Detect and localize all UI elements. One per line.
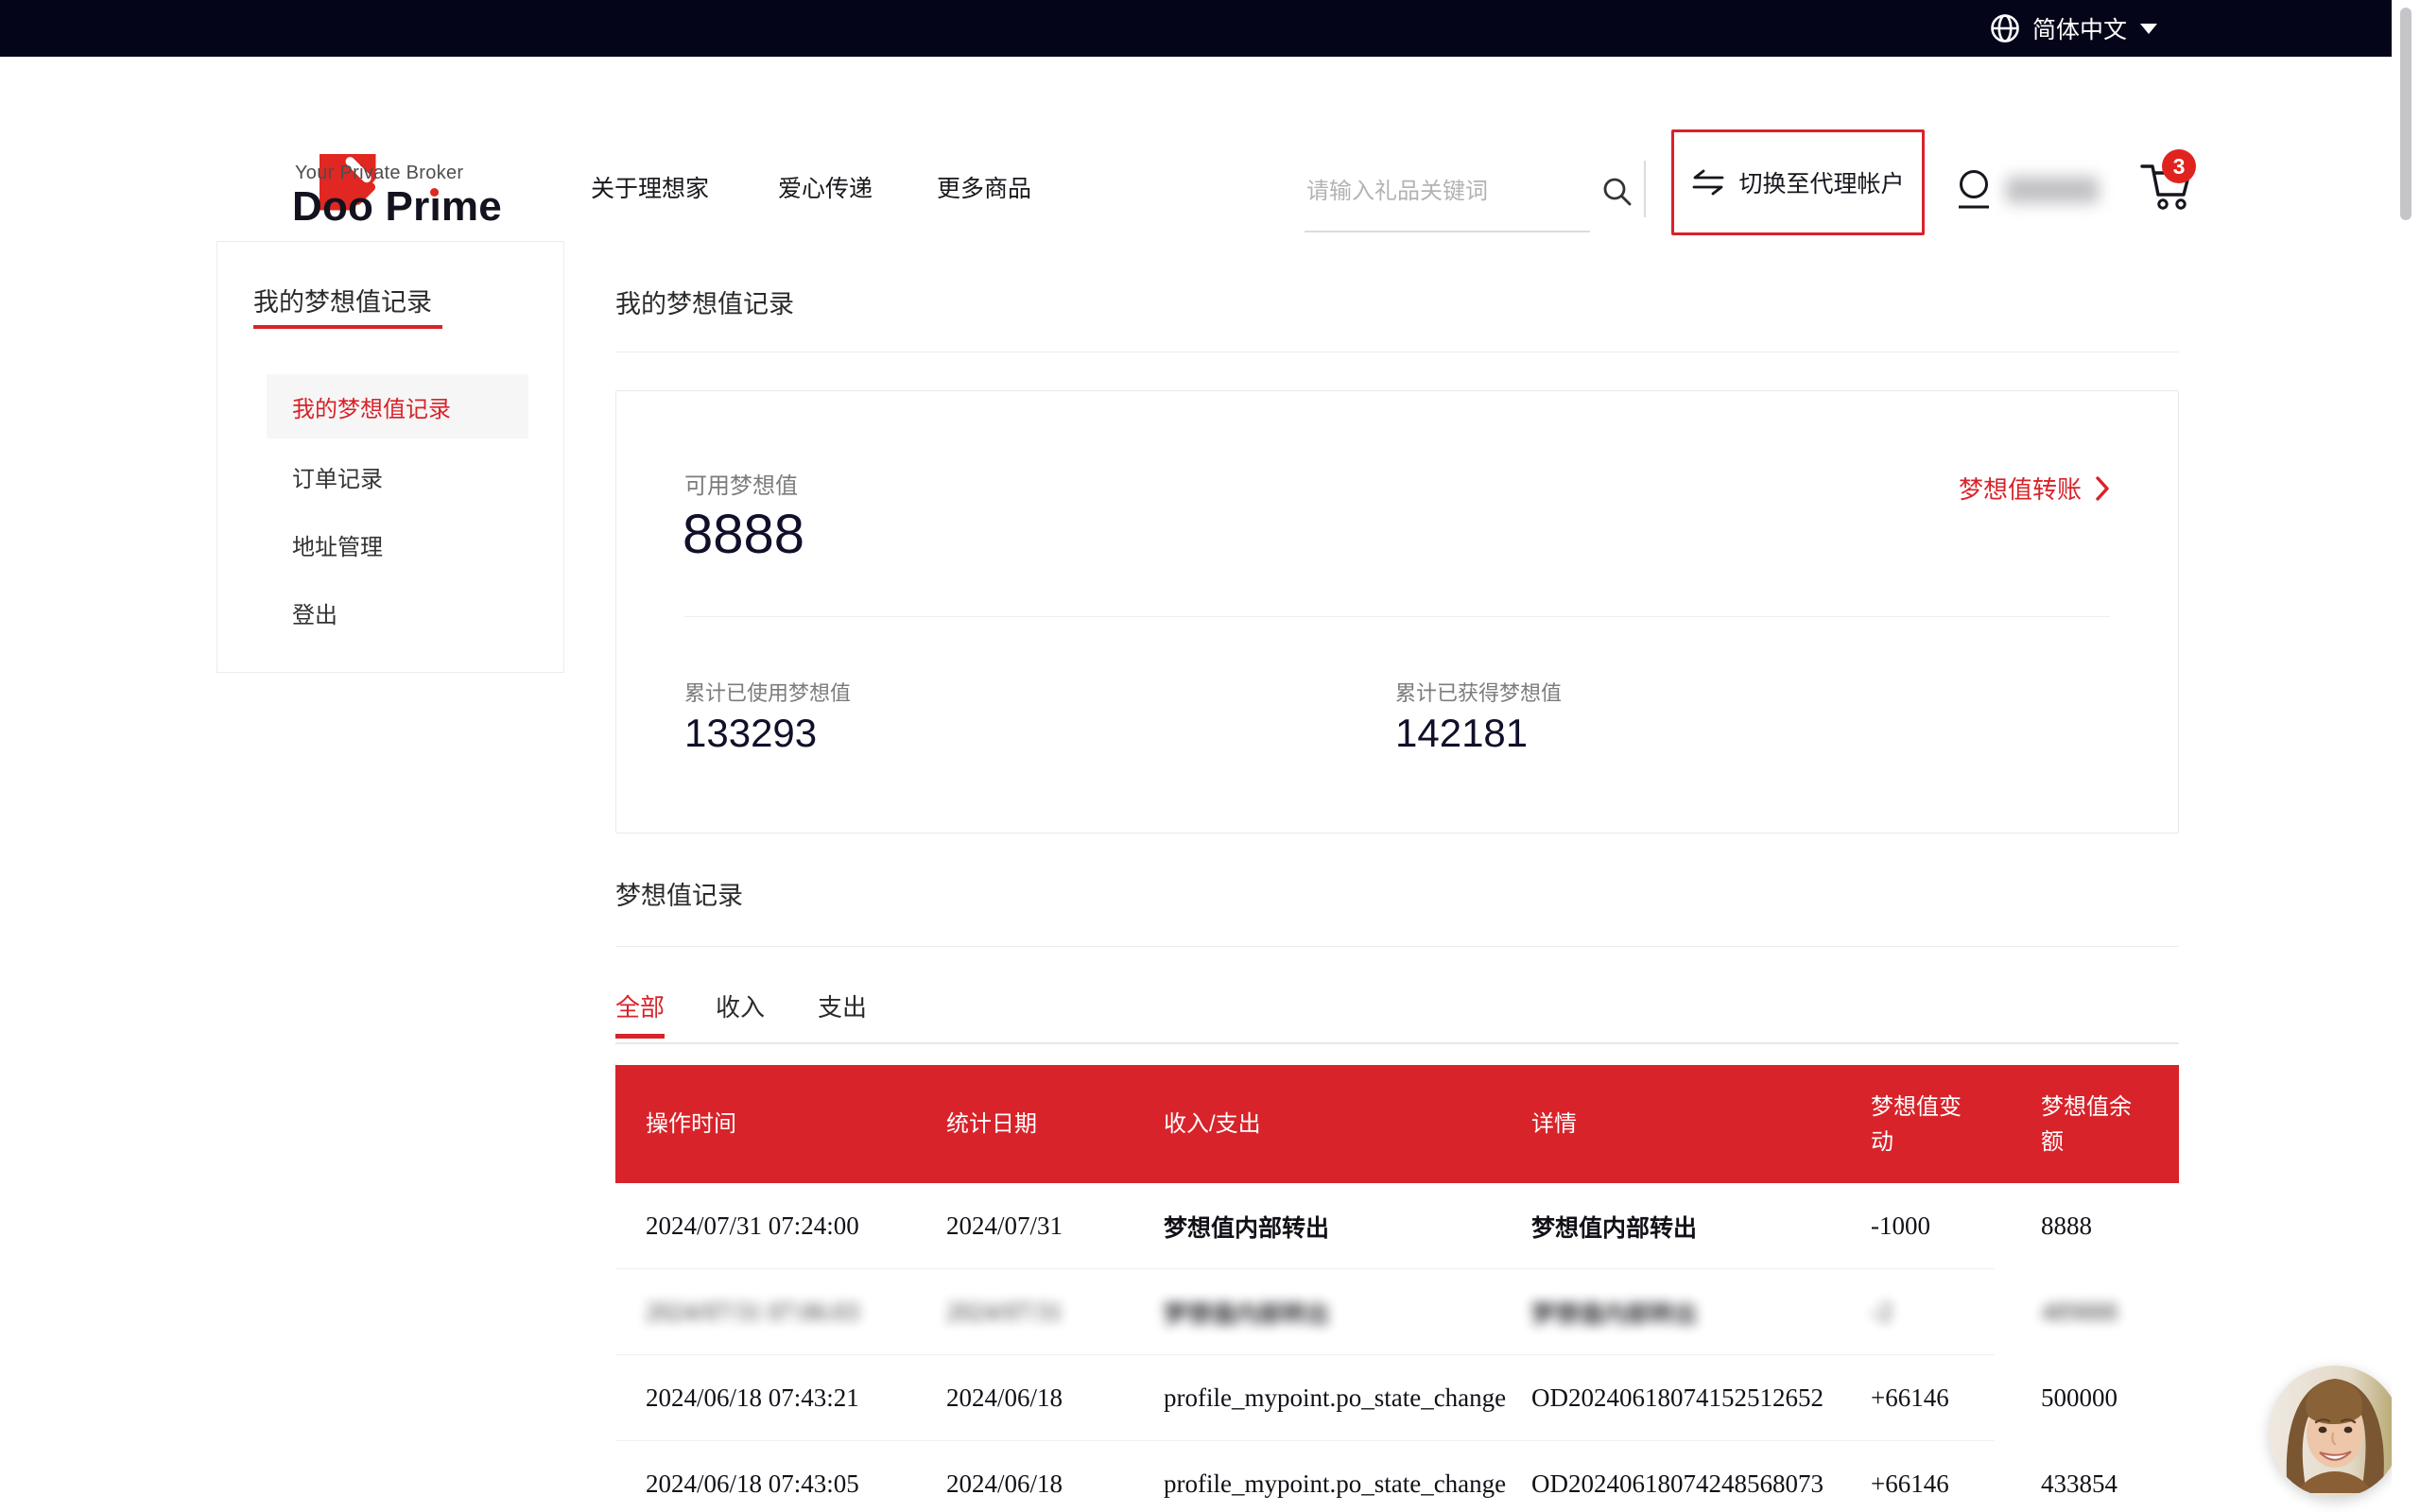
cell-balance: 489888	[2041, 1297, 2179, 1327]
globe-icon	[1989, 12, 2021, 44]
support-avatar[interactable]	[2269, 1366, 2401, 1498]
switch-to-agent-account-button[interactable]: 切换至代理帐户	[1671, 129, 1925, 235]
switch-to-agent-account-label: 切换至代理帐户	[1738, 165, 1904, 199]
cell-detail: 梦想值内部转出	[1531, 1296, 1871, 1330]
sidebar-item-my-dream-points[interactable]: 我的梦想值记录	[267, 374, 528, 438]
table-row: 2024/06/18 07:43:212024/06/18profile_myp…	[615, 1355, 2179, 1441]
available-points-label: 可用梦想值	[684, 467, 798, 500]
cell-balance: 433854	[2041, 1469, 2179, 1499]
table-row: 2024/07/31 07:24:002024/07/31梦想值内部转出梦想值内…	[615, 1183, 2179, 1269]
cell-detail: OD20240618074248568073	[1531, 1469, 1871, 1499]
search-input[interactable]	[1305, 178, 1601, 206]
cell-type: profile_mypoint.po_state_change	[1164, 1383, 1531, 1413]
points-summary-card: 可用梦想值 8888 梦想值转账 累计已使用梦想值 133293 累计已获得梦想…	[615, 390, 2179, 833]
table-header: 操作时间 统计日期 收入/支出 详情 梦想值变动 梦想值余额	[615, 1065, 2179, 1183]
sidebar-title-underline	[253, 325, 442, 329]
cell-detail: OD20240618074152512652	[1531, 1383, 1871, 1413]
cell-change: -1000	[1871, 1211, 2041, 1241]
cell-date: 2024/07/31	[946, 1211, 1164, 1241]
tab-all[interactable]: 全部	[615, 988, 665, 1023]
top-bar: 简体中文	[0, 0, 2420, 57]
cell-time: 2024/06/18 07:43:21	[646, 1383, 946, 1413]
card-divider	[684, 616, 2110, 617]
col-header-change: 梦想值变动	[1871, 1090, 2041, 1160]
used-points-label: 累计已使用梦想值	[684, 677, 851, 707]
cell-change: +66146	[1871, 1383, 2041, 1413]
cell-date: 2024/06/18	[946, 1383, 1164, 1413]
earned-points-value: 142181	[1395, 711, 1528, 756]
language-switcher[interactable]: 简体中文	[1989, 0, 2157, 57]
search-icon[interactable]	[1601, 176, 1634, 208]
sidebar-title: 我的梦想值记录	[253, 282, 432, 318]
cell-detail: 梦想值内部转出	[1531, 1210, 1871, 1244]
username-redacted	[2006, 177, 2099, 203]
cell-type: 梦想值内部转出	[1164, 1296, 1531, 1330]
table-row: 2024/06/18 07:43:052024/06/18profile_myp…	[615, 1441, 2179, 1512]
cell-time: 2024/07/31 07:24:00	[646, 1211, 946, 1241]
user-icon	[1955, 168, 1993, 212]
cell-time: 2024/07/31 07:06:03	[646, 1297, 946, 1327]
account-entry[interactable]	[1955, 168, 2099, 212]
records-divider	[615, 946, 2179, 947]
sidebar-item-logout[interactable]: 登出	[267, 580, 528, 644]
search-box	[1305, 153, 1590, 232]
cell-balance: 8888	[2041, 1211, 2179, 1241]
cell-type: 梦想值内部转出	[1164, 1210, 1531, 1244]
logo-tagline: Your Private Broker	[295, 163, 463, 184]
table-body: 2024/07/31 07:24:002024/07/31梦想值内部转出梦想值内…	[615, 1183, 2179, 1512]
header-divider	[1644, 161, 1646, 217]
table-row: 2024/07/31 07:06:032024/07/31梦想值内部转出梦想值内…	[615, 1269, 2179, 1355]
records-section-title: 梦想值记录	[615, 875, 743, 912]
col-header-balance: 梦想值余额	[2041, 1090, 2179, 1160]
nav-item-about[interactable]: 关于理想家	[591, 170, 709, 204]
cell-date: 2024/06/18	[946, 1469, 1164, 1499]
col-header-time: 操作时间	[646, 1107, 946, 1142]
site-header: Your Private Broker Doo Prime 关于理想家 爱心传递…	[0, 57, 2420, 223]
cell-balance: 500000	[2041, 1383, 2179, 1413]
sidebar-item-address-management[interactable]: 地址管理	[267, 512, 528, 576]
sidebar: 我的梦想值记录 我的梦想值记录 订单记录 地址管理 登出	[216, 241, 564, 673]
logo-name: Doo Prime	[292, 183, 502, 231]
tab-income[interactable]: 收入	[716, 988, 765, 1023]
page: 简体中文 Your Private Broker Doo Prime 关于理想家…	[0, 0, 2420, 1512]
sidebar-item-order-history[interactable]: 订单记录	[267, 444, 528, 508]
active-tab-underline	[615, 1034, 665, 1039]
cell-type: profile_mypoint.po_state_change	[1164, 1469, 1531, 1499]
earned-points-label: 累计已获得梦想值	[1395, 677, 1562, 707]
chevron-right-icon	[2095, 475, 2110, 502]
col-header-date: 统计日期	[946, 1107, 1164, 1142]
language-label: 简体中文	[2032, 11, 2127, 45]
used-points-value: 133293	[684, 711, 817, 756]
col-header-detail: 详情	[1531, 1107, 1871, 1142]
nav-item-more-products[interactable]: 更多商品	[937, 170, 1031, 204]
cart-count-badge: 3	[2162, 149, 2196, 183]
cell-change: +66146	[1871, 1469, 2041, 1499]
scrollbar-track	[2392, 0, 2420, 1512]
nav-item-charity[interactable]: 爱心传递	[778, 170, 873, 204]
col-header-type: 收入/支出	[1164, 1107, 1531, 1142]
points-transfer-link[interactable]: 梦想值转账	[1959, 471, 2110, 506]
scrollbar-thumb[interactable]	[2400, 8, 2411, 220]
swap-arrows-icon	[1691, 168, 1725, 197]
available-points-value: 8888	[683, 503, 804, 566]
cell-change: -2	[1871, 1297, 2041, 1327]
chevron-down-icon	[2140, 24, 2157, 34]
tab-expense[interactable]: 支出	[818, 988, 867, 1023]
cell-date: 2024/07/31	[946, 1297, 1164, 1327]
tabs-baseline	[615, 1042, 2179, 1044]
page-title: 我的梦想值记录	[615, 284, 794, 320]
cell-time: 2024/06/18 07:43:05	[646, 1469, 946, 1499]
